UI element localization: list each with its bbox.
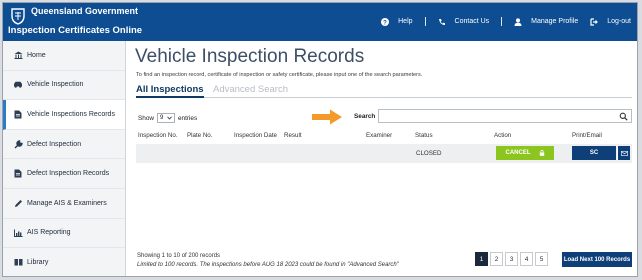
help-label: Help — [398, 18, 413, 25]
government-name: Queensland Government — [31, 6, 139, 16]
tab-all-inspections[interactable]: All Inspections — [136, 84, 204, 98]
logout-label: Log-out — [607, 18, 631, 25]
svg-text:?: ? — [383, 20, 387, 26]
help-icon: ? — [381, 17, 390, 26]
search-label: Search — [354, 113, 376, 120]
page-4-button[interactable]: 4 — [520, 252, 533, 266]
manage-profile-label: Manage Profile — [531, 18, 579, 25]
records-count: Showing 1 to 10 of 200 records — [137, 253, 221, 259]
column-header[interactable]: Print/Email — [572, 132, 602, 139]
page-size-select[interactable]: 9 — [157, 113, 175, 123]
phone-icon — [438, 18, 446, 26]
print-sc-button[interactable]: SC — [572, 146, 616, 160]
sidebar-item-label: Library — [27, 258, 49, 266]
column-header[interactable]: Plate No. — [187, 132, 212, 139]
lock-icon — [539, 150, 544, 156]
search-input[interactable] — [378, 109, 632, 123]
table-header: Inspection No. Plate No. Inspection Date… — [136, 132, 632, 141]
car-icon — [13, 80, 23, 89]
column-header[interactable]: Result — [284, 132, 302, 139]
page-title: Vehicle Inspection Records — [135, 46, 365, 67]
help-link[interactable]: ? Help — [381, 17, 413, 26]
top-nav: ? Help Contact Us Manage Profile Log-out — [369, 17, 631, 26]
cancel-label: CANCEL — [505, 150, 531, 156]
chart-icon — [13, 228, 23, 237]
tab-bar: All Inspections Advanced Search — [136, 84, 632, 98]
page-5-button[interactable]: 5 — [535, 252, 548, 266]
sidebar-item-label: Home — [27, 51, 46, 59]
building-icon — [13, 51, 23, 60]
cancel-button[interactable]: CANCEL — [496, 146, 554, 160]
column-header[interactable]: Status — [415, 132, 433, 139]
sidebar-item-vehicle-inspection[interactable]: Vehicle Inspection — [3, 71, 125, 101]
records-note: Limited to 100 records. The inspections … — [137, 262, 399, 268]
email-button[interactable] — [617, 146, 630, 160]
sidebar-item-library[interactable]: Library — [3, 248, 125, 276]
email-icon — [620, 150, 628, 156]
sidebar-item-manage-ais-examiners[interactable]: Manage AIS & Examiners — [3, 189, 125, 219]
wrench-icon — [13, 139, 23, 149]
logout-link[interactable]: Log-out — [590, 17, 631, 26]
chevron-down-icon — [167, 116, 172, 120]
sidebar-item-label: Vehicle Inspections Records — [27, 110, 115, 118]
page-1-button[interactable]: 1 — [475, 252, 488, 266]
show-label: Show — [138, 114, 154, 122]
nav-divider — [501, 17, 503, 26]
sidebar-item-label: Manage AIS & Examiners — [27, 199, 107, 207]
brand[interactable]: Queensland Government — [9, 7, 138, 25]
sidebar-item-defect-inspection[interactable]: Defect Inspection — [3, 130, 125, 160]
search-icon[interactable] — [619, 112, 628, 121]
page-size-value: 9 — [160, 115, 164, 121]
document-icon — [13, 169, 23, 178]
status-cell: CLOSED — [416, 150, 442, 157]
app-window: Queensland Government Inspection Certifi… — [2, 2, 638, 277]
document-icon — [13, 110, 23, 119]
intro-text: To find an inspection record, certificat… — [136, 72, 423, 78]
sidebar-item-home[interactable]: Home — [3, 41, 125, 71]
sidebar-item-ais-reporting[interactable]: AIS Reporting — [3, 219, 125, 249]
top-bar: Queensland Government Inspection Certifi… — [3, 3, 637, 41]
sidebar-item-label: Defect Inspection — [27, 140, 82, 148]
app-title: Inspection Certificates Online — [8, 25, 143, 36]
page-size-control: Show 9 entries — [138, 113, 197, 123]
page-2-button[interactable]: 2 — [490, 252, 503, 266]
user-icon — [514, 17, 522, 26]
main-content: Vehicle Inspection Records To find an in… — [134, 41, 634, 276]
logout-icon — [590, 17, 599, 26]
page-3-button[interactable]: 3 — [505, 252, 518, 266]
table-row: CLOSED CANCEL SC — [136, 144, 632, 163]
manage-profile-link[interactable]: Manage Profile — [514, 17, 579, 26]
records-info: Showing 1 to 10 of 200 records Limited t… — [137, 252, 399, 270]
column-header[interactable]: Inspection Date — [234, 132, 277, 139]
column-header[interactable]: Inspection No. — [138, 132, 178, 139]
crest-icon — [11, 8, 25, 25]
sidebar-item-defect-inspection-records[interactable]: Defect Inspection Records — [3, 159, 125, 189]
load-next-records-button[interactable]: Load Next 100 Records — [562, 252, 632, 267]
tab-advanced-search[interactable]: Advanced Search — [213, 84, 288, 95]
pagination: 1 2 3 4 5 — [475, 252, 550, 266]
sidebar-item-label: Defect Inspection Records — [27, 170, 110, 178]
book-icon — [13, 258, 23, 267]
column-header[interactable]: Examiner — [366, 132, 392, 139]
nav-divider — [424, 17, 426, 26]
entries-label: entries — [178, 114, 198, 122]
sidebar-item-vehicle-inspections-records[interactable]: Vehicle Inspections Records — [3, 100, 125, 130]
table-controls: Show 9 entries Search — [138, 109, 632, 125]
sidebar-item-label: Vehicle Inspection — [27, 81, 84, 89]
sidebar-item-label: AIS Reporting — [27, 229, 71, 237]
contact-label: Contact Us — [454, 18, 490, 25]
arrow-right-icon — [312, 109, 342, 125]
sidebar: Home Vehicle Inspection Vehicle Inspecti… — [3, 41, 126, 276]
column-header[interactable]: Action — [494, 132, 511, 139]
pencil-icon — [13, 199, 23, 208]
contact-link[interactable]: Contact Us — [438, 18, 490, 26]
